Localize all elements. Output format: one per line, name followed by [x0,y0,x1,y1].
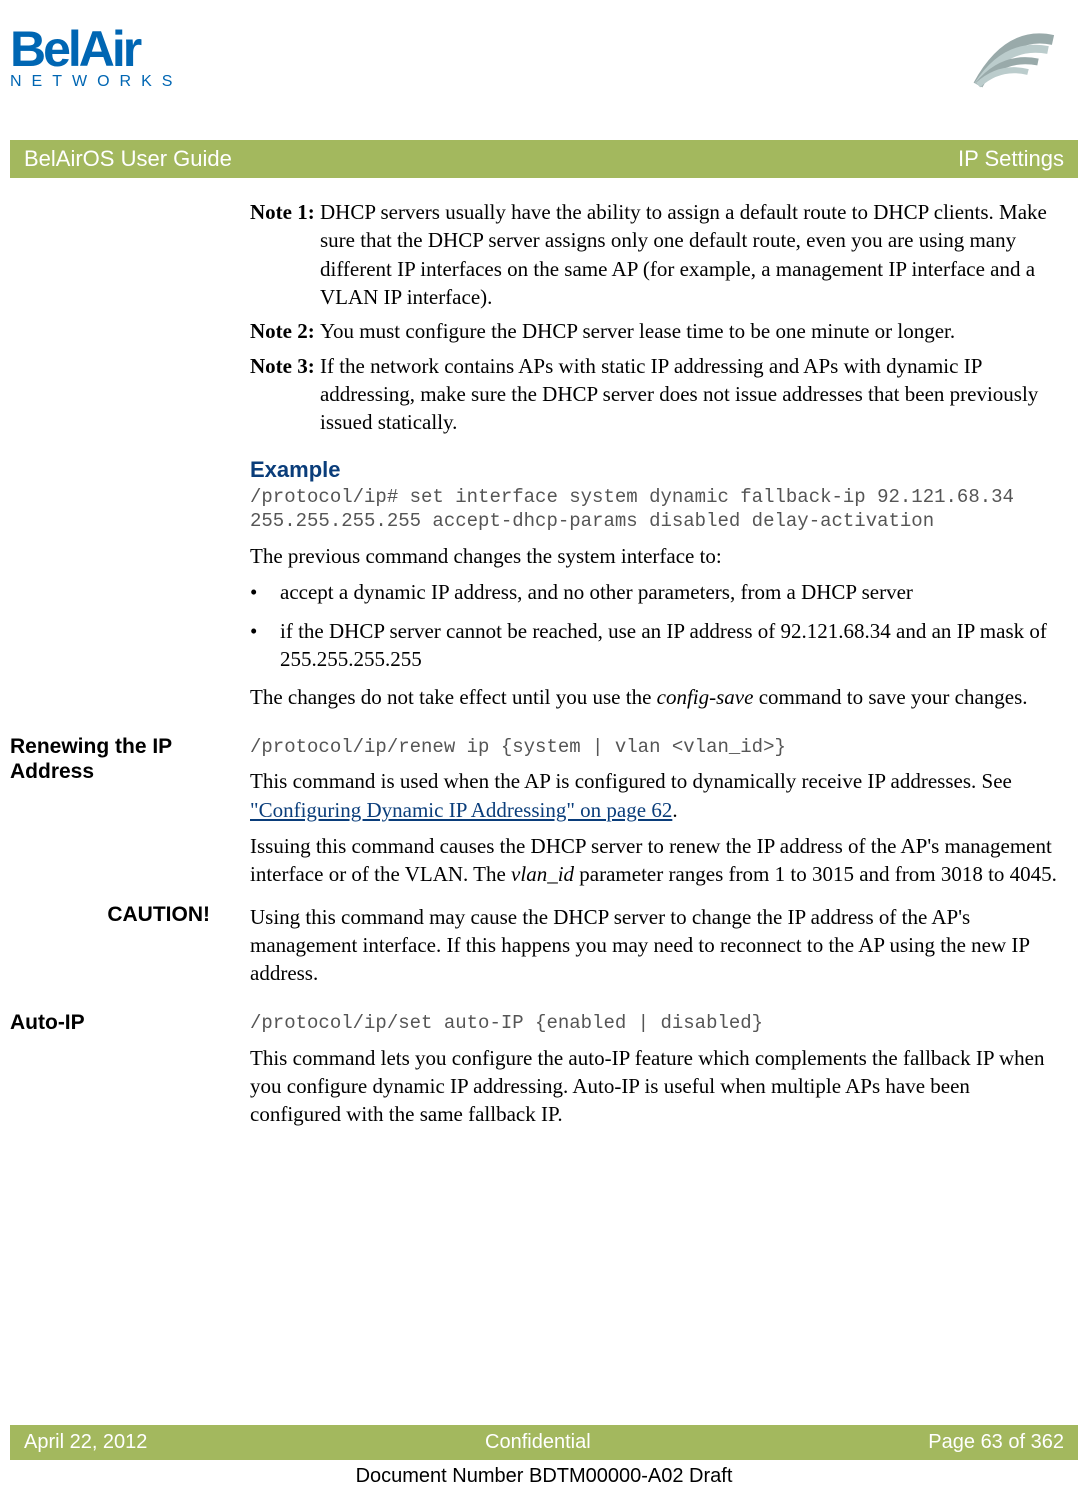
example-bullet-1: • accept a dynamic IP address, and no ot… [250,578,1058,606]
title-bar: BelAirOS User Guide IP Settings [10,140,1078,178]
page-header: BelAir NETWORKS [10,10,1078,140]
footer-confidential: Confidential [485,1431,591,1454]
note-2-body: You must configure the DHCP server lease… [320,317,1058,345]
footer-bar: April 22, 2012 Confidential Page 63 of 3… [10,1425,1078,1460]
title-left: BelAirOS User Guide [24,146,232,172]
example-bullet-2: • if the DHCP server cannot be reached, … [250,617,1058,674]
note-2: Note 2: You must configure the DHCP serv… [250,317,1058,345]
note-2-label: Note 2: [250,317,315,345]
renew-p1: This command is used when the AP is conf… [250,767,1058,824]
dynamic-ip-link[interactable]: "Configuring Dynamic IP Addressing" on p… [250,798,672,822]
bullet-icon: • [250,617,280,674]
autoip-body: This command lets you configure the auto… [250,1044,1058,1129]
note-3: Note 3: If the network contains APs with… [250,352,1058,437]
example-outro: The changes do not take effect until you… [250,683,1058,711]
note-3-label: Note 3: [250,352,315,437]
note-1: Note 1: DHCP servers usually have the ab… [250,198,1058,311]
footer-page: Page 63 of 362 [928,1431,1064,1454]
title-right: IP Settings [958,146,1064,172]
renewing-ip-heading: Renewing the IP Address [10,734,240,784]
logo-main-text: BelAir [10,20,139,78]
note-3-body: If the network contains APs with static … [320,352,1058,437]
example-code: /protocol/ip# set interface system dynam… [250,486,1058,534]
note-1-body: DHCP servers usually have the ability to… [320,198,1058,311]
example-heading: Example [250,455,1058,485]
caution-label: CAUTION! [10,903,240,927]
note-1-label: Note 1: [250,198,315,311]
auto-ip-heading: Auto-IP [10,1010,240,1035]
document-number: Document Number BDTM00000-A02 Draft [0,1460,1088,1493]
wave-logo-icon [958,20,1058,100]
autoip-code: /protocol/ip/set auto-IP {enabled | disa… [250,1012,1058,1036]
renew-code: /protocol/ip/renew ip {system | vlan <vl… [250,736,1058,760]
config-save-cmd: config-save [657,685,754,709]
caution-body: Using this command may cause the DHCP se… [250,903,1058,988]
footer-date: April 22, 2012 [24,1431,147,1454]
bullet-icon: • [250,578,280,606]
vlan-id-param: vlan_id [511,862,574,886]
logo-sub-text: NETWORKS [10,73,182,91]
renew-p2: Issuing this command causes the DHCP ser… [250,832,1058,889]
example-intro: The previous command changes the system … [250,542,1058,570]
logo-belair-networks: BelAir NETWORKS [10,20,182,91]
